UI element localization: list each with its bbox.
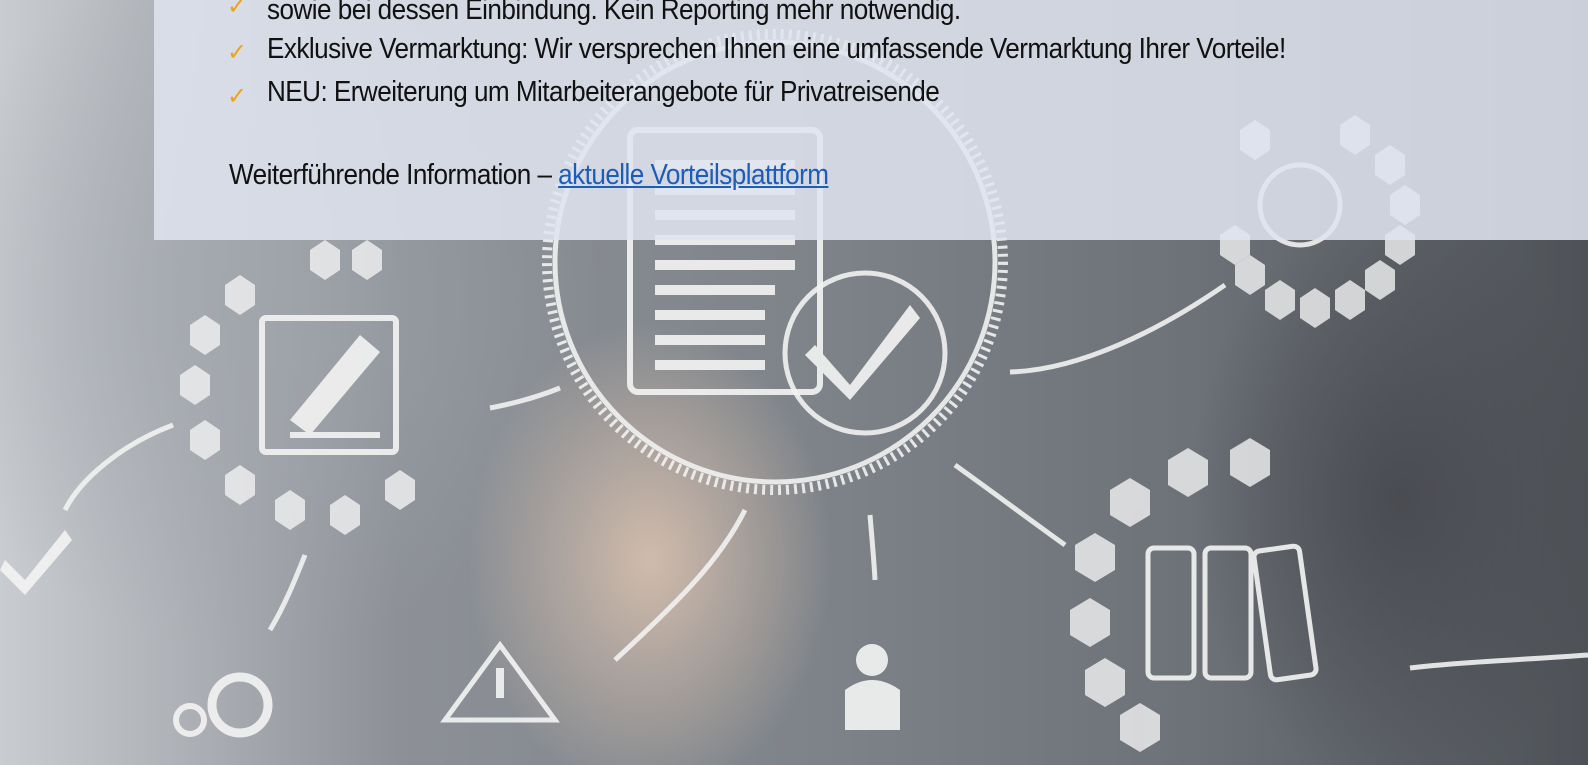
check-icon: ✓ — [227, 39, 248, 66]
further-info: Weiterführende Information – aktuelle Vo… — [229, 159, 829, 192]
vorteilsplattform-link[interactable]: aktuelle Vorteilsplattform — [558, 159, 829, 191]
check-icon: ✓ — [227, 0, 248, 20]
bullet-text: sowie bei dessen Einbindung. Kein Report… — [267, 0, 961, 26]
check-icon: ✓ — [227, 83, 248, 110]
bullet-text: Exklusive Vermarktung: Wir versprechen I… — [267, 33, 1286, 65]
info-panel: ✓ sowie bei dessen Einbindung. Kein Repo… — [154, 0, 1588, 240]
further-info-label: Weiterführende Information – — [229, 159, 559, 191]
bullet-text: NEU: Erweiterung um Mitarbeiterangebote … — [267, 76, 940, 108]
